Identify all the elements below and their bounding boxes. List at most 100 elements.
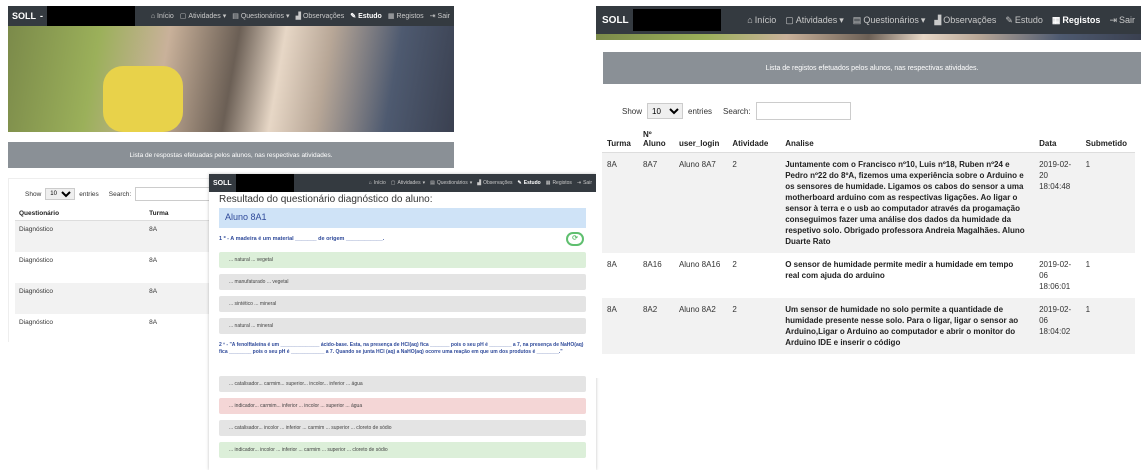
nav-item-label: Sair <box>437 12 450 20</box>
file-icon: ▢ <box>390 180 396 186</box>
column-header[interactable]: user_login <box>673 126 728 153</box>
nav-item-registos[interactable]: ▦ Registos <box>546 180 572 186</box>
chevron-down-icon: ▾ <box>920 14 926 25</box>
column-header[interactable]: Data <box>1034 126 1081 153</box>
pencil-icon: ✎ <box>1005 14 1013 25</box>
nav-item-label: Registos <box>1062 15 1101 25</box>
list-icon: ▤ <box>430 180 435 186</box>
column-header[interactable]: Turma <box>602 126 638 153</box>
table-cell-num: 8A2 <box>637 298 674 354</box>
nav-item-estudo[interactable]: ✎ Estudo <box>518 180 541 186</box>
nav-item-sair[interactable]: ⇥ Sair <box>430 12 450 21</box>
nav-item-label: Sair <box>1118 15 1135 25</box>
list-icon: ▤ <box>232 13 239 20</box>
table-cell-turma: 8A <box>602 298 638 354</box>
nav-item-estudo[interactable]: ✎ Estudo <box>350 12 382 21</box>
table-cell-analise: Um sensor de humidade no solo permite a … <box>780 298 1035 354</box>
logout-icon: ⇥ <box>1109 14 1117 25</box>
table-cell-turma: 8A <box>607 260 617 269</box>
column-header[interactable]: Questionário <box>15 207 146 221</box>
table-cell-analise: O sensor de humidade permite medir a hum… <box>785 260 1014 280</box>
table-cell-submetido: 1 <box>1085 260 1091 269</box>
nav-item-atividades[interactable]: ▢ Atividades ▾ <box>391 180 425 186</box>
right-panel: SOLL ⌂ Início ▢ Atividades ▾ ▤ Questionários ▾ ▟… <box>596 6 1141 378</box>
column-header[interactable]: Nº Aluno <box>637 126 674 153</box>
table-cell-q: Diagnóstico <box>19 256 53 264</box>
nav-item-label: Registos <box>552 180 572 186</box>
column-header[interactable]: Atividade <box>727 126 781 153</box>
chart-icon: ▟ <box>934 14 942 25</box>
nav-links: ⌂ Início ▢ Atividades ▾ ▤ Questionários ▾ ▟ Obser… <box>747 15 1135 26</box>
nav-links: ⌂ Início ▢ Atividades ▾ ▤ Questionários ▾ ▟ Obser… <box>151 12 450 21</box>
middle-panel: SOLL ⌂ Início ▢ Atividades ▾ ▤ Questionários ▾ ▟… <box>209 174 596 470</box>
nav-item-início[interactable]: ⌂ Início <box>151 13 174 20</box>
nav-item-questionários[interactable]: ▤ Questionários ▾ <box>430 180 472 186</box>
brand-logo[interactable]: SOLL <box>602 15 629 26</box>
nav-item-observações[interactable]: ▟ Observações <box>934 15 996 26</box>
nav-item-atividades[interactable]: ▢ Atividades ▾ <box>785 15 844 26</box>
nav-item-observações[interactable]: ▟ Observações <box>295 12 345 21</box>
table-cell-data: 2019-02-06 18:06:01 <box>1039 260 1072 291</box>
brand-logo[interactable]: SOLL <box>12 11 36 21</box>
nav-item-registos[interactable]: ▦ Registos <box>388 12 424 21</box>
chevron-down-icon: ▾ <box>222 13 227 20</box>
answer-option: ... indicador... carmim... inferior ... … <box>219 398 586 414</box>
chart-icon: ▟ <box>477 180 482 186</box>
table-cell-login: Aluno 8A16 <box>678 260 721 269</box>
entries-select[interactable]: 10 <box>45 188 76 200</box>
table-cell-submetido: 1 <box>1080 152 1135 253</box>
search-input[interactable] <box>755 102 851 120</box>
chevron-down-icon: ▾ <box>469 180 473 186</box>
nav-item-questionários[interactable]: ▤ Questionários ▾ <box>853 15 926 26</box>
nav-item-atividades[interactable]: ▢ Atividades ▾ <box>179 12 227 21</box>
answer-option: ... indicador... incolor ... inferior ..… <box>219 442 586 458</box>
table-controls: Show 10 entries Search: <box>622 102 1135 120</box>
answer-option: ... natural ... vegetal <box>219 252 586 268</box>
table-cell-q: Diagnóstico <box>15 220 146 252</box>
chart-icon: ▟ <box>295 13 301 20</box>
nav-item-label: Observações <box>943 15 997 25</box>
nav-item-sair[interactable]: ⇥ Sair <box>577 180 592 186</box>
table-cell-atividade: 2 <box>727 152 781 253</box>
redacted-block <box>235 174 294 192</box>
entries-select[interactable]: 10 <box>647 103 684 119</box>
list-icon: ▤ <box>852 14 862 25</box>
table-cell-num: 8A16 <box>642 260 662 269</box>
question-1-options: ... natural ... vegetal ... manufaturado … <box>219 252 586 334</box>
search-input[interactable] <box>135 187 216 201</box>
home-icon: ⌂ <box>150 12 156 20</box>
chevron-down-icon: ▾ <box>839 14 844 25</box>
file-icon: ▢ <box>179 13 187 20</box>
nav-item-início[interactable]: ⌂ Início <box>369 180 386 186</box>
table-cell-login: Aluno 8A7 <box>673 152 728 253</box>
answer-option: ... catalisador... incolor ... inferior … <box>219 420 586 436</box>
nav-item-label: Questionários <box>436 180 468 186</box>
column-header[interactable]: Analise <box>780 126 1035 153</box>
records-table: Turma Nº Aluno user_login Atividade Analise D… <box>602 126 1135 354</box>
nav-item-questionários[interactable]: ▤ Questionários ▾ <box>232 12 289 21</box>
nav-item-label: Estudo <box>358 12 382 20</box>
nav-item-observações[interactable]: ▟ Observações <box>477 180 512 186</box>
column-header[interactable]: Submetido <box>1080 126 1135 153</box>
page-banner: Lista de respostas efetuadas pelos aluno… <box>8 142 454 168</box>
records-icon: ▦ <box>1051 14 1061 25</box>
hero-image-strip <box>596 34 1141 40</box>
table-cell-data: 2019-02-20 18:04:48 <box>1034 152 1081 253</box>
nav-item-label: Início <box>754 15 777 25</box>
nav-item-início[interactable]: ⌂ Início <box>747 15 776 25</box>
score-icon: ⟳ <box>566 232 584 246</box>
nav-item-estudo[interactable]: ✎ Estudo <box>1005 15 1043 26</box>
nav-item-registos[interactable]: ▦ Registos <box>1052 15 1101 26</box>
logout-icon: ⇥ <box>576 180 582 186</box>
hero-image <box>8 26 454 132</box>
file-icon: ▢ <box>785 14 794 25</box>
nav-item-label: Atividades <box>188 12 221 20</box>
table-cell-num: 8A7 <box>637 152 674 253</box>
nav-item-label: Atividades <box>397 180 421 186</box>
table-cell-q: Diagnóstico <box>19 318 53 326</box>
brand-logo[interactable]: SOLL <box>213 180 232 187</box>
data-table-wrapper: Show 10 entries Search: Turma Nº Aluno use… <box>596 94 1141 356</box>
table-cell-q: Diagnóstico <box>15 282 146 314</box>
nav-item-sair[interactable]: ⇥ Sair <box>1109 15 1135 26</box>
question-2: 2 º - "A fenolftaleína é um ____________… <box>219 342 584 355</box>
